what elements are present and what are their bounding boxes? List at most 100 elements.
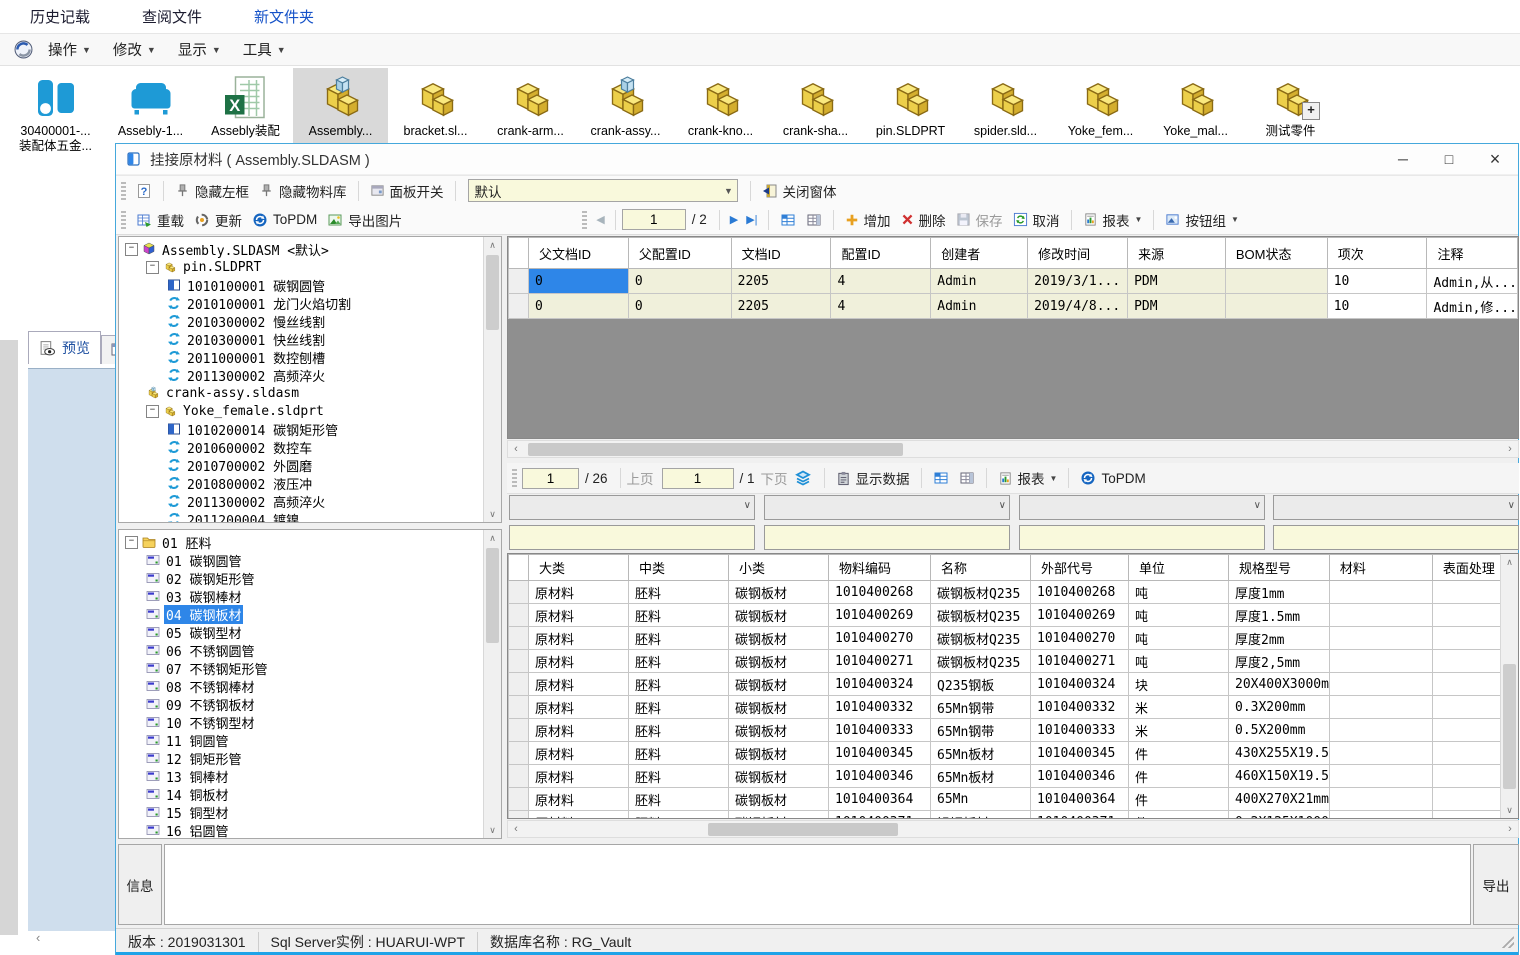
tree-item-label[interactable]: 05 碳钢型材: [164, 623, 243, 642]
table-cell[interactable]: 胚料: [629, 604, 729, 627]
table-cell[interactable]: 1010400270: [829, 627, 931, 650]
menu-history[interactable]: 历史记载: [30, 6, 90, 27]
minimize-button[interactable]: ─: [1380, 144, 1426, 174]
menu-new-folder[interactable]: 新文件夹: [254, 6, 314, 27]
column-header[interactable]: 配置ID: [831, 238, 931, 269]
material-tree-item[interactable]: 01 碳钢圆管: [119, 551, 484, 569]
table-cell[interactable]: 460X150X19.5: [1229, 765, 1330, 788]
report-button[interactable]: 报表 ▼: [1078, 207, 1148, 233]
table-cell[interactable]: 10: [1327, 269, 1427, 294]
table-cell[interactable]: 0.2X125X1000: [1229, 811, 1330, 820]
tree-item-label[interactable]: 03 碳钢棒材: [164, 587, 243, 606]
bom-tree-item[interactable]: 2010800002 液压冲: [119, 474, 484, 492]
add-row-button[interactable]: 增加: [840, 207, 896, 233]
tree-item-label[interactable]: 04 碳钢板材: [164, 605, 243, 624]
table-cell[interactable]: 1010400324: [1031, 673, 1129, 696]
tree-item-label[interactable]: 2011200004 镀镍: [185, 510, 301, 523]
tree-collapse-icon[interactable]: −: [125, 536, 138, 549]
material-tree-item[interactable]: 11 铜圆管: [119, 731, 484, 749]
scroll-up-icon[interactable]: ∧: [484, 530, 501, 546]
column-header[interactable]: 小类: [729, 555, 829, 581]
tree-item-label[interactable]: 11 铜圆管: [164, 731, 230, 750]
table-cell[interactable]: 1010400346: [1031, 765, 1129, 788]
row-selector[interactable]: [509, 581, 529, 604]
column-header[interactable]: 来源: [1128, 238, 1226, 269]
table-cell[interactable]: 胚料: [629, 650, 729, 673]
scroll-up-icon[interactable]: ∧: [1501, 554, 1518, 570]
table-cell[interactable]: 1010400268: [829, 581, 931, 604]
table-cell[interactable]: 碳钢板材: [729, 673, 829, 696]
material-tree-item[interactable]: −01 胚料: [119, 533, 484, 551]
table-cell[interactable]: 20X400X3000m: [1229, 673, 1330, 696]
table-cell[interactable]: 1010400268: [1031, 581, 1129, 604]
table-cell[interactable]: 件: [1129, 742, 1229, 765]
table-cell[interactable]: 1010400324: [829, 673, 931, 696]
table-cell[interactable]: [1329, 673, 1432, 696]
table-cell[interactable]: [1329, 765, 1432, 788]
export-button[interactable]: 导出: [1473, 844, 1519, 925]
table-cell[interactable]: 1010400333: [829, 719, 931, 742]
table-cell[interactable]: 吨: [1129, 627, 1229, 650]
material-tree-item[interactable]: 13 铜棒材: [119, 767, 484, 785]
table-cell[interactable]: Admin: [931, 294, 1028, 319]
table-row[interactable]: 原材料胚料碳钢板材1010400270碳钢板材Q2351010400270吨厚度…: [509, 627, 1506, 650]
table-cell[interactable]: 原材料: [529, 742, 629, 765]
table-cell[interactable]: 厚度1mm: [1229, 581, 1330, 604]
table-cell[interactable]: 胚料: [629, 788, 729, 811]
material-tree-item[interactable]: 06 不锈钢圆管: [119, 641, 484, 659]
column-header[interactable]: 大类: [529, 555, 629, 581]
menu-tools[interactable]: 工具▼: [236, 36, 293, 63]
filter-input-4[interactable]: [1273, 525, 1519, 550]
table-cell[interactable]: 65Mn钢带: [931, 696, 1031, 719]
last-page-icon[interactable]: ▶|: [742, 213, 761, 226]
delete-row-button[interactable]: 删除: [896, 207, 951, 233]
table-cell[interactable]: [1329, 811, 1432, 820]
hide-left-pane-button[interactable]: 隐藏左框: [170, 178, 254, 204]
table-cell[interactable]: 碳钢板材: [729, 604, 829, 627]
tree-item-label[interactable]: 1010100001 碳钢圆管: [185, 276, 327, 295]
table-cell[interactable]: [1432, 581, 1505, 604]
tree-item-label[interactable]: 06 不锈钢圆管: [164, 641, 256, 660]
table-cell[interactable]: 米: [1129, 719, 1229, 742]
column-header[interactable]: 外部代号: [1031, 555, 1129, 581]
materials-table-hscrollbar[interactable]: ‹ ›: [507, 820, 1519, 838]
column-header[interactable]: 项次: [1327, 238, 1427, 269]
table-cell[interactable]: 碳钢板材: [729, 788, 829, 811]
tree-item-label[interactable]: 14 铜板材: [164, 785, 230, 804]
prev-page-link[interactable]: 上页: [627, 468, 654, 488]
hide-materials-pane-button[interactable]: 隐藏物料库: [254, 178, 352, 204]
table-cell[interactable]: 厚度2,5mm: [1229, 650, 1330, 673]
material-tree-item[interactable]: 15 铜型材: [119, 803, 484, 821]
bom-tree-item[interactable]: 2010300002 慢丝线割: [119, 312, 484, 330]
table-cell[interactable]: [1432, 696, 1505, 719]
close-window-button[interactable]: 关闭窗体: [757, 178, 842, 204]
scroll-right-icon[interactable]: ›: [1502, 441, 1518, 457]
material-tree-item[interactable]: 09 不锈钢板材: [119, 695, 484, 713]
table-cell[interactable]: 原材料: [529, 650, 629, 673]
table-cell[interactable]: 原材料: [529, 696, 629, 719]
cancel-button[interactable]: 取消: [1008, 207, 1065, 233]
maximize-button[interactable]: □: [1426, 144, 1472, 174]
table-cell[interactable]: 65Mn板材: [931, 765, 1031, 788]
scroll-left-icon[interactable]: ‹: [36, 930, 40, 945]
table-row[interactable]: 原材料胚料碳钢板材1010400324Q235钢板1010400324块20X4…: [509, 673, 1506, 696]
materials-page2-input[interactable]: [662, 468, 734, 489]
table-cell[interactable]: 胚料: [629, 627, 729, 650]
table-cell[interactable]: 430X255X19.5: [1229, 742, 1330, 765]
first-page-icon[interactable]: ◀: [592, 213, 608, 226]
row-selector[interactable]: [509, 742, 529, 765]
table-cell[interactable]: 4: [831, 269, 931, 294]
report-button[interactable]: 报表 ▼: [993, 465, 1063, 491]
bom-tree-item[interactable]: −Assembly.SLDASM <默认>: [119, 240, 484, 258]
filter-input-2[interactable]: [764, 525, 1010, 550]
row-selector[interactable]: [509, 269, 529, 294]
tree-item-label[interactable]: 2010300002 慢丝线割: [185, 312, 327, 331]
row-selector[interactable]: [509, 811, 529, 820]
table-cell[interactable]: 碳钢板材: [729, 719, 829, 742]
scroll-right-icon[interactable]: ›: [1502, 821, 1518, 837]
table-cell[interactable]: 原材料: [529, 788, 629, 811]
scroll-up-icon[interactable]: ∧: [484, 237, 501, 253]
grid-view-button[interactable]: [775, 209, 801, 231]
tree-item-label[interactable]: 13 铜棒材: [164, 767, 230, 786]
menu-display[interactable]: 显示▼: [171, 36, 228, 63]
